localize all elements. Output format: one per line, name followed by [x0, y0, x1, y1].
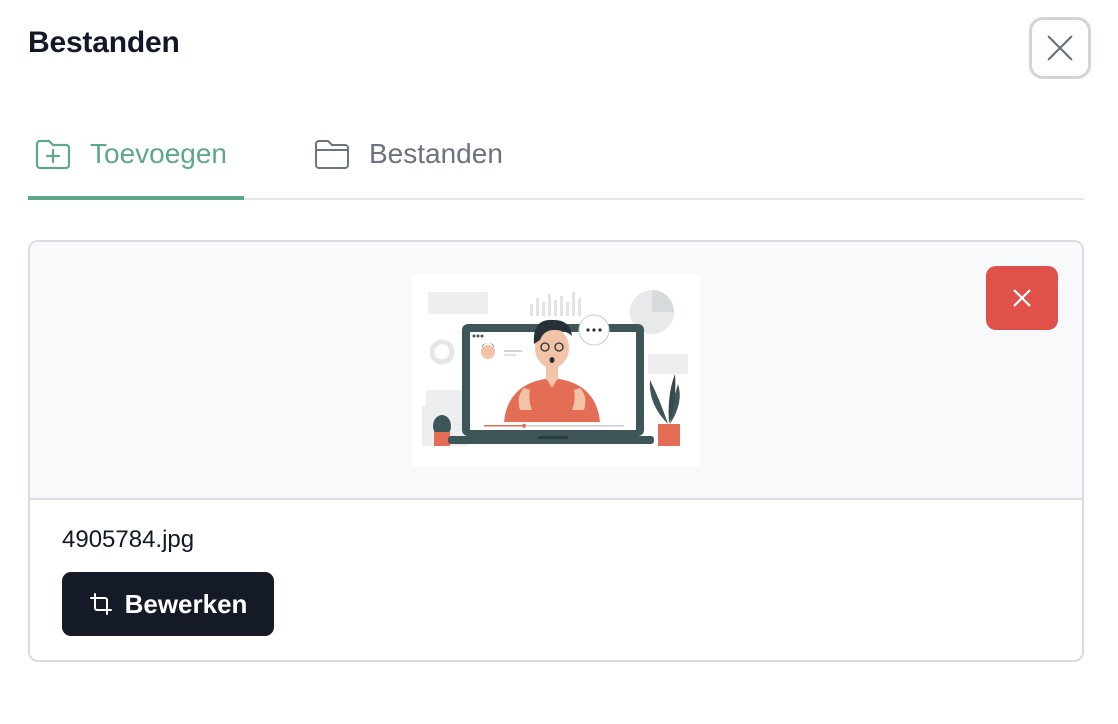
tab-bestanden-label: Bestanden: [369, 138, 503, 169]
file-preview-area: [30, 242, 1082, 500]
folder-plus-icon: [35, 139, 71, 170]
close-icon: [1013, 289, 1031, 307]
file-name: 4905784.jpg: [62, 526, 195, 553]
active-tab-indicator: [28, 196, 244, 200]
tab-bar: Toevoegen Bestanden: [28, 108, 1084, 200]
remove-file-button[interactable]: [986, 266, 1058, 330]
files-modal: Bestanden Toevoegen Bestanden 4905784.jp…: [0, 0, 1118, 724]
crop-icon: [89, 593, 112, 615]
modal-title: Bestanden: [28, 26, 180, 59]
close-modal-button[interactable]: [1029, 17, 1091, 79]
video-call-illustration: [422, 290, 688, 446]
file-card: 4905784.jpg Bewerken: [28, 240, 1084, 662]
image-thumbnail: [412, 274, 700, 466]
tab-toevoegen-label: Toevoegen: [90, 138, 228, 169]
tab-toevoegen[interactable]: Toevoegen: [34, 108, 227, 200]
edit-button[interactable]: Bewerken: [62, 572, 274, 636]
folder-icon: [315, 140, 349, 169]
edit-button-label: Bewerken: [124, 588, 248, 619]
close-icon: [1047, 35, 1073, 61]
tab-bestanden[interactable]: Bestanden: [313, 108, 503, 200]
